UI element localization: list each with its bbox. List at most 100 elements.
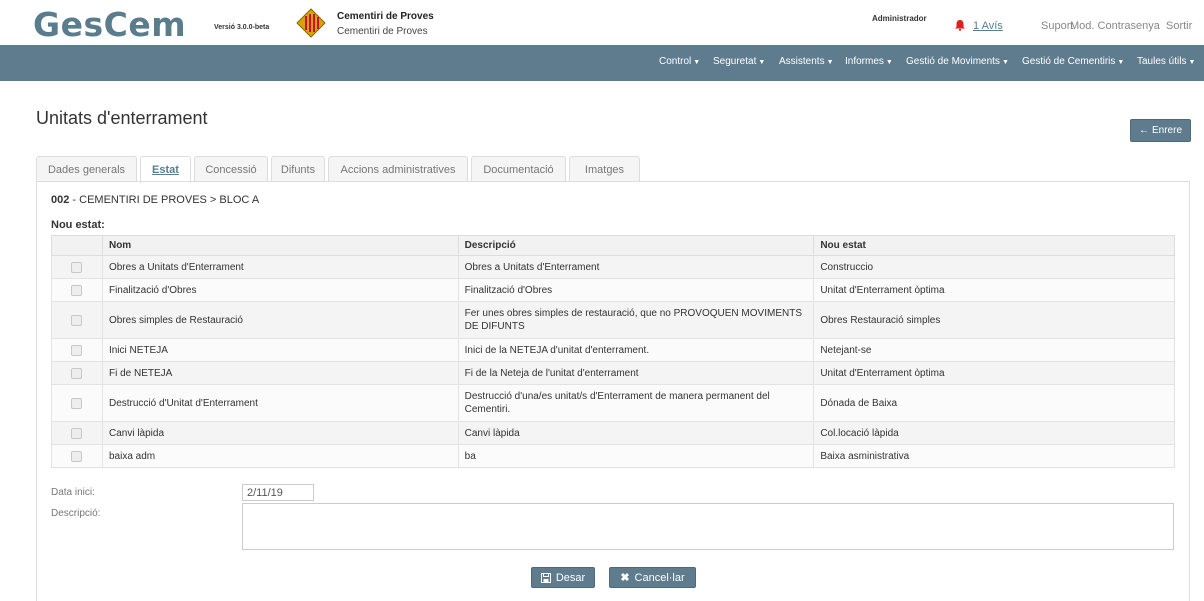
nav-gestio-moviments[interactable]: Gestió de Moviments ▼ xyxy=(906,56,1009,67)
cell-nou-estat: Construccio xyxy=(813,255,1175,279)
main-navbar: Control ▼ Seguretat ▼ Assistents ▼ Informes… xyxy=(0,45,1204,81)
cemetery-subtitle: Cementiri de Proves xyxy=(337,26,428,37)
unit-code: 002 xyxy=(51,194,70,206)
nav-taules-utils[interactable]: Taules útils ▼ xyxy=(1137,56,1195,67)
bell-icon[interactable] xyxy=(954,19,966,31)
caret-down-icon: ▼ xyxy=(758,59,766,66)
nav-assistents[interactable]: Assistents ▼ xyxy=(779,56,834,67)
header-descripcio: Descripció xyxy=(457,235,815,256)
app-version: Versió 3.0.0-beta xyxy=(214,24,270,31)
cell-descripcio: Fer unes obres simples de restauració, q… xyxy=(457,301,815,339)
caret-down-icon: ▼ xyxy=(885,59,893,66)
row-select-cell xyxy=(51,421,103,445)
table-row[interactable]: Obres a Unitats d'Enterrament Obres a Un… xyxy=(51,255,1175,279)
cell-nom: Obres simples de Restauració xyxy=(101,301,459,339)
table-row[interactable]: Fi de NETEJA Fi de la Neteja de l'unitat… xyxy=(51,361,1175,385)
cell-nou-estat: Dónada de Baixa xyxy=(813,384,1175,422)
row-checkbox[interactable] xyxy=(71,261,83,273)
back-button[interactable]: ← Enrere xyxy=(1130,119,1191,142)
tab-imatges[interactable]: Imatges xyxy=(569,156,640,182)
tab-difunts[interactable]: Difunts xyxy=(271,156,325,182)
states-table: Nom Descripció Nou estat Obres a Unitats… xyxy=(51,235,1175,468)
tab-estat[interactable]: Estat xyxy=(140,156,191,183)
tab-dades-generals[interactable]: Dades generals xyxy=(36,156,137,182)
cell-descripcio: Destrucció d'una/es unitat/s d'Enterrame… xyxy=(457,384,815,422)
logout-link[interactable]: Sortir xyxy=(1166,20,1192,32)
cell-nom: Canvi làpida xyxy=(101,421,459,445)
nav-label: Taules útils xyxy=(1137,56,1187,67)
arrow-left-icon: ← xyxy=(1138,125,1149,136)
row-checkbox[interactable] xyxy=(71,284,83,296)
tab-accions-administratives[interactable]: Accions administratives xyxy=(328,156,468,182)
description-label: Descripció: xyxy=(51,508,101,519)
header-nom: Nom xyxy=(101,235,459,256)
row-checkbox[interactable] xyxy=(71,314,83,326)
table-row[interactable]: baixa adm ba Baixa asministrativa xyxy=(51,444,1175,468)
caret-down-icon: ▼ xyxy=(693,59,701,66)
notices-link[interactable]: 1 Avís xyxy=(973,20,1003,32)
description-textarea[interactable] xyxy=(242,503,1174,550)
row-checkbox[interactable] xyxy=(71,397,83,409)
nav-informes[interactable]: Informes ▼ xyxy=(845,56,893,67)
nav-seguretat[interactable]: Seguretat ▼ xyxy=(713,56,765,67)
row-select-cell xyxy=(51,278,103,302)
nav-label: Seguretat xyxy=(713,56,757,67)
nav-gestio-cementiris[interactable]: Gestió de Cementiris ▼ xyxy=(1022,56,1124,67)
page-title: Unitats d'enterrament xyxy=(36,108,208,128)
cell-nou-estat: Obres Restauració simples xyxy=(813,301,1175,339)
floppy-disk-icon xyxy=(540,572,551,583)
app-logo[interactable]: GesCem xyxy=(33,8,186,42)
cell-nou-estat: Baixa asministrativa xyxy=(813,444,1175,468)
caret-down-icon: ▼ xyxy=(1188,59,1196,66)
table-row[interactable]: Finalització d'Obres Finalització d'Obre… xyxy=(51,278,1175,302)
breadcrumb: 002 - CEMENTIRI DE PROVES > BLOC A xyxy=(51,194,259,206)
cell-descripcio: Finalització d'Obres xyxy=(457,278,815,302)
cell-nou-estat: Unitat d'Enterrament òptima xyxy=(813,278,1175,302)
cell-nou-estat: Unitat d'Enterrament òptima xyxy=(813,361,1175,385)
cell-descripcio: Inici de la NETEJA d'unitat d'enterramen… xyxy=(457,338,815,362)
table-header-row: Nom Descripció Nou estat xyxy=(51,235,1175,256)
user-name: Administrador xyxy=(872,14,927,23)
start-date-label: Data inici: xyxy=(51,487,95,498)
cell-nom: Destrucció d'Unitat d'Enterrament xyxy=(101,384,459,422)
row-select-cell xyxy=(51,255,103,279)
save-button[interactable]: Desar xyxy=(531,567,595,588)
header-select xyxy=(51,235,103,256)
change-password-link[interactable]: Mod. Contrasenya xyxy=(1070,20,1160,32)
row-select-cell xyxy=(51,384,103,422)
cancel-button[interactable]: ✖ Cancel·lar xyxy=(609,567,696,588)
close-icon: ✖ xyxy=(620,572,630,584)
table-row[interactable]: Canvi làpida Canvi làpida Col.locació là… xyxy=(51,421,1175,445)
table-row[interactable]: Obres simples de Restauració Fer unes ob… xyxy=(51,301,1175,339)
cell-descripcio: Obres a Unitats d'Enterrament xyxy=(457,255,815,279)
cancel-button-label: Cancel·lar xyxy=(634,571,685,584)
back-button-label: Enrere xyxy=(1151,125,1182,136)
cell-nom: Obres a Unitats d'Enterrament xyxy=(101,255,459,279)
row-checkbox[interactable] xyxy=(71,427,83,439)
tab-documentacio[interactable]: Documentació xyxy=(471,156,566,182)
row-checkbox[interactable] xyxy=(71,344,83,356)
cemetery-emblem-icon xyxy=(296,8,326,38)
row-checkbox[interactable] xyxy=(71,367,83,379)
header-nou-estat: Nou estat xyxy=(813,235,1175,256)
nav-label: Informes xyxy=(845,56,884,67)
start-date-input[interactable] xyxy=(242,484,314,501)
nav-label: Gestió de Moviments xyxy=(906,56,1000,67)
support-link[interactable]: Suport xyxy=(1041,20,1073,32)
row-select-cell xyxy=(51,361,103,385)
nav-control[interactable]: Control ▼ xyxy=(659,56,700,67)
caret-down-icon: ▼ xyxy=(1001,59,1009,66)
caret-down-icon: ▼ xyxy=(826,59,834,66)
caret-down-icon: ▼ xyxy=(1117,59,1125,66)
cell-nom: Inici NETEJA xyxy=(101,338,459,362)
table-row[interactable]: Destrucció d'Unitat d'Enterrament Destru… xyxy=(51,384,1175,422)
tab-concessio[interactable]: Concessió xyxy=(194,156,268,182)
row-select-cell xyxy=(51,301,103,339)
cell-nom: Fi de NETEJA xyxy=(101,361,459,385)
row-checkbox[interactable] xyxy=(71,450,83,462)
table-row[interactable]: Inici NETEJA Inici de la NETEJA d'unitat… xyxy=(51,338,1175,362)
cell-nom: baixa adm xyxy=(101,444,459,468)
cell-descripcio: Canvi làpida xyxy=(457,421,815,445)
nav-label: Control xyxy=(659,56,692,67)
row-select-cell xyxy=(51,444,103,468)
